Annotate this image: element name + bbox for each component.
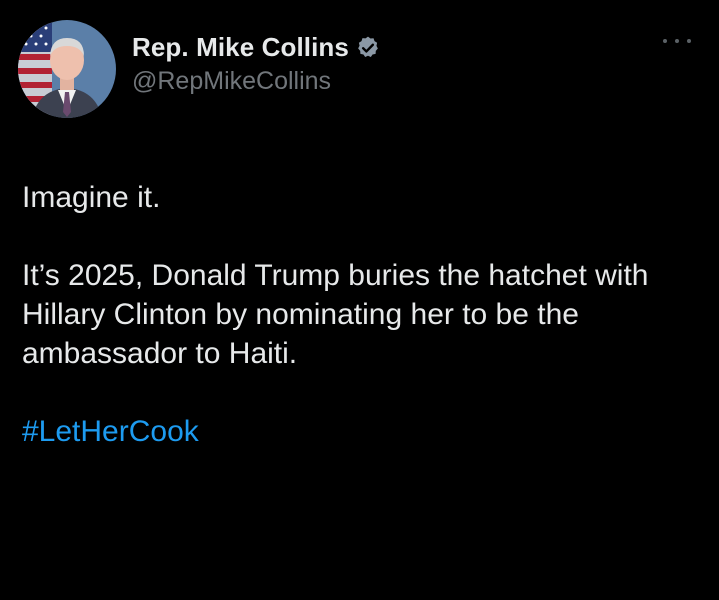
display-name[interactable]: Rep. Mike Collins	[132, 32, 349, 63]
name-row: Rep. Mike Collins	[132, 32, 381, 63]
verified-badge-icon	[355, 35, 381, 61]
tweet-text-line-1: Imagine it.	[22, 181, 161, 214]
tweet-header: Rep. Mike Collins @RepMikeCollins	[18, 20, 381, 118]
more-dot	[675, 39, 679, 43]
hashtag-link[interactable]: #LetHerCook	[22, 412, 691, 451]
author-identity: Rep. Mike Collins @RepMikeCollins	[132, 32, 381, 96]
more-dot	[663, 39, 667, 43]
tweet-body: Imagine it. It’s 2025, Donald Trump buri…	[22, 178, 691, 451]
author-handle[interactable]: @RepMikeCollins	[132, 67, 381, 96]
tweet-card: Rep. Mike Collins @RepMikeCollins Imagin…	[0, 0, 719, 600]
avatar[interactable]	[18, 20, 116, 118]
more-dot	[687, 39, 691, 43]
tweet-text-line-2: It’s 2025, Donald Trump buries the hatch…	[22, 259, 649, 370]
more-horizontal-icon[interactable]	[663, 34, 691, 48]
